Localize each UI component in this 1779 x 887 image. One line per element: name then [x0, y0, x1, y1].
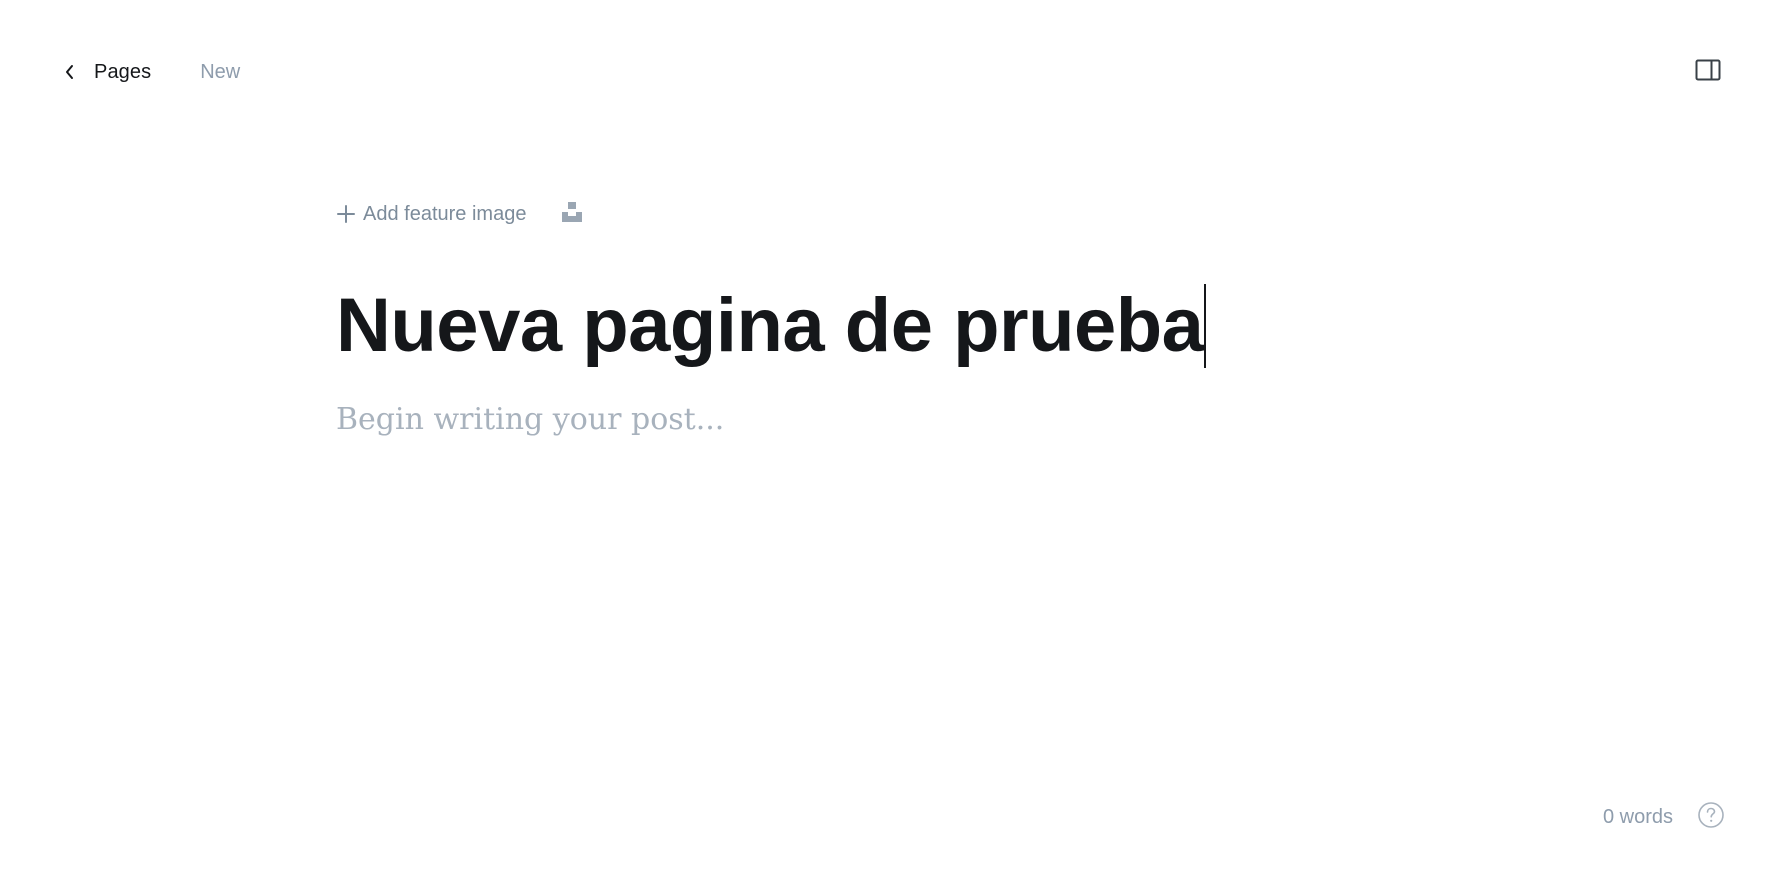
add-feature-image-button[interactable]: Add feature image	[336, 203, 526, 226]
question-circle-icon	[1697, 801, 1725, 834]
editor-area: Add feature image Nueva pagina de prueba…	[336, 196, 1436, 437]
settings-menu-toggle[interactable]	[1694, 58, 1722, 86]
feature-image-row: Add feature image	[336, 196, 1436, 232]
text-caret	[1204, 284, 1206, 368]
body-placeholder: Begin writing your post...	[336, 402, 725, 437]
add-feature-image-label: Add feature image	[363, 202, 527, 225]
word-count: 0 words	[1602, 805, 1673, 828]
plus-icon	[336, 204, 356, 224]
post-status: New	[200, 60, 241, 83]
breadcrumb: Pages New	[60, 61, 240, 84]
editor-page: Pages New Add feature image Nueva pagina…	[0, 0, 1779, 887]
unsplash-icon	[561, 201, 583, 228]
chevron-left-icon	[60, 62, 80, 82]
back-label: Pages	[94, 60, 152, 83]
top-bar: Pages New	[60, 54, 1722, 90]
back-to-pages-link[interactable]: Pages	[60, 61, 151, 84]
editor-footer: 0 words	[1602, 801, 1725, 834]
post-title-text: Nueva pagina de prueba	[336, 283, 1204, 368]
post-title-input[interactable]: Nueva pagina de prueba	[336, 280, 1436, 372]
post-body-editor[interactable]: Begin writing your post...	[336, 402, 1436, 437]
help-button[interactable]	[1697, 801, 1725, 834]
sidebar-panel-icon	[1695, 59, 1721, 86]
unsplash-button[interactable]	[560, 201, 584, 228]
